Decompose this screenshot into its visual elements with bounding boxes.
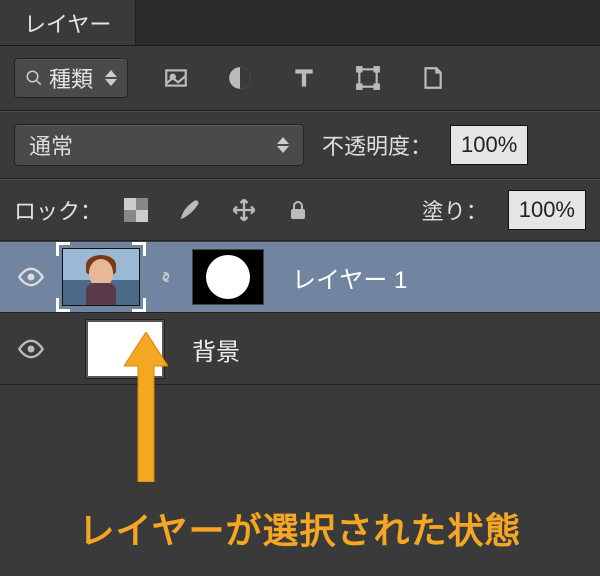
fill-value: 100% [519,197,575,222]
opacity-value: 100% [461,132,517,157]
fill-label: 塗り： [422,194,488,226]
lock-transparency-icon[interactable] [122,196,150,224]
filter-smartobject-icon[interactable] [418,64,446,92]
tab-bar: レイヤー [0,0,600,46]
visibility-toggle[interactable] [14,335,48,363]
search-icon [25,69,43,87]
filter-label: 種類 [49,62,93,94]
layer-thumbnail[interactable] [86,320,164,378]
filter-shape-icon[interactable] [354,64,382,92]
filter-pixel-icon[interactable] [162,64,190,92]
layer-thumbnail[interactable] [62,248,140,306]
tab-layers[interactable]: レイヤー [0,0,136,45]
lock-row: ロック： 塗り： 100% [0,179,600,241]
filter-type-select[interactable]: 種類 [14,58,128,98]
opacity-label: 不透明度： [322,129,432,161]
lock-label: ロック： [14,194,102,226]
blend-mode-select[interactable]: 通常 [14,124,304,166]
stepper-icon [277,137,289,153]
blend-mode-label: 通常 [29,129,73,161]
fill-input[interactable]: 100% [508,190,586,230]
filter-icons [162,64,446,92]
layer-list: レイヤー 1 背景 [0,241,600,385]
layer-name[interactable]: 背景 [192,332,240,367]
layer-mask-thumbnail[interactable] [192,249,264,305]
filter-type-icon[interactable] [290,64,318,92]
layer-name[interactable]: レイヤー 1 [292,260,407,295]
filter-adjustment-icon[interactable] [226,64,254,92]
layers-panel: レイヤー 種類 [0,0,600,576]
blend-row: 通常 不透明度： 100% [0,111,600,179]
annotation-caption: レイヤーが選択された状態 [0,502,600,554]
tab-label: レイヤー [24,7,111,39]
lock-pixels-icon[interactable] [176,196,204,224]
layer-row[interactable]: 背景 [0,313,600,385]
lock-all-icon[interactable] [284,196,312,224]
opacity-input[interactable]: 100% [450,125,528,165]
lock-icons [122,196,312,224]
visibility-toggle[interactable] [14,263,48,291]
filter-row: 種類 [0,46,600,111]
mask-link-icon[interactable] [154,267,178,287]
stepper-icon [105,70,117,86]
layer-row[interactable]: レイヤー 1 [0,241,600,313]
lock-position-icon[interactable] [230,196,258,224]
